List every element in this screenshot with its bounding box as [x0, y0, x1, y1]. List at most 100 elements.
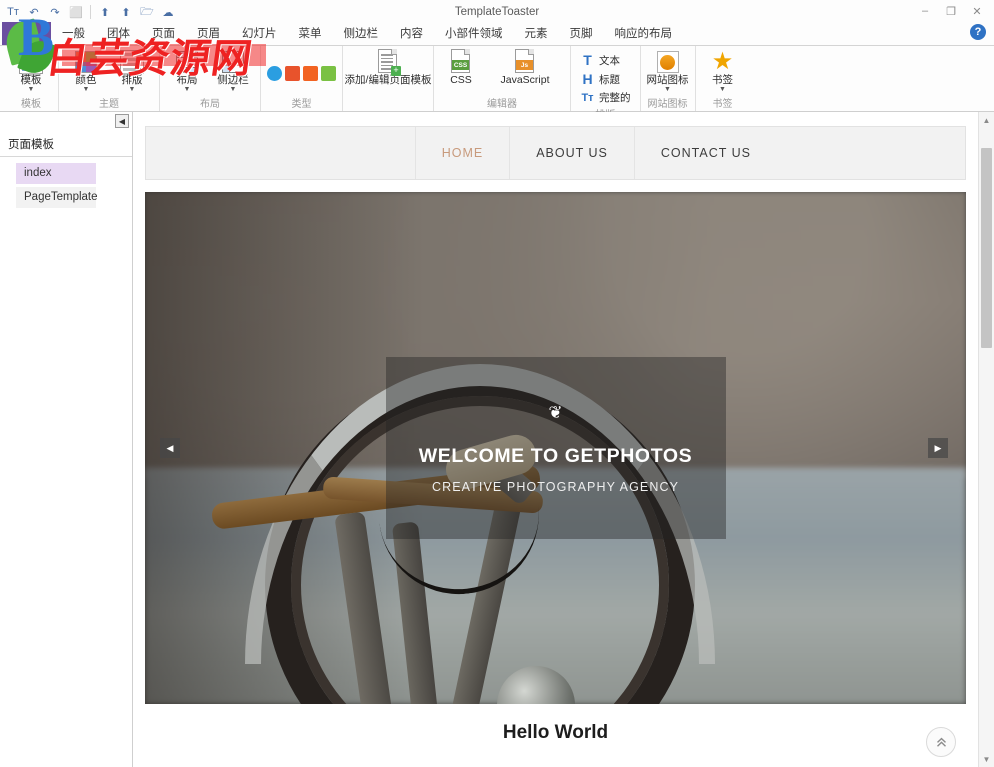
group-label-favicon: 网站图标	[647, 99, 688, 110]
publish-icon[interactable]: ☁	[159, 3, 177, 21]
typography-icon[interactable]: Tᴛ	[4, 3, 22, 21]
website-preview: HOME ABOUT US CONTACT US ❦ WELCOME TO GE…	[133, 112, 978, 767]
html5-icon[interactable]	[285, 65, 300, 81]
page-template-list: index PageTemplate	[0, 157, 132, 208]
tab-responsive-layout[interactable]: 响应的布局	[604, 22, 684, 45]
css-file-icon: CSS	[448, 49, 474, 74]
upload-icon[interactable]: ⬆	[117, 3, 135, 21]
javascript-button-label: JavaScript	[500, 74, 550, 86]
hero-slider: ❦ WELCOME TO GETPHOTOS CREATIVE PHOTOGRA…	[145, 192, 966, 704]
ribbon-group-typography: T 文本 H 标题 Tᴛ 完整的 排版	[571, 46, 641, 121]
chevron-down-icon[interactable]: ▼	[83, 86, 90, 93]
open-icon[interactable]: 🗁	[138, 3, 156, 21]
magento-icon[interactable]	[303, 65, 318, 81]
chevron-down-icon[interactable]: ▼	[184, 86, 191, 93]
ribbon-group-theme: 颜色 ▼ 排版 ▼ 主题	[59, 46, 160, 111]
ribbon-group-type: 类型	[261, 46, 343, 111]
help-icon[interactable]: ?	[970, 24, 986, 40]
ribbon-group-page-template: + 添加/编辑页面模板	[343, 46, 434, 111]
scroll-down-button[interactable]: ▼	[979, 751, 994, 767]
minimize-button[interactable]: –	[912, 1, 938, 21]
bookmark-button[interactable]: ★ 书签 ▼	[702, 49, 744, 94]
sidebar-button[interactable]: 侧边栏 ▼	[212, 49, 254, 94]
text-button-label: 文本	[599, 54, 620, 67]
heading-button-label: 标题	[599, 73, 620, 86]
maximize-button[interactable]: ❐	[938, 1, 964, 21]
group-label-bookmark: 书签	[712, 99, 733, 110]
title-bar: Tᴛ ↶ ↷ ⬜ ⬆ ⬆ 🗁 ☁ TemplateToaster – ❐ ✕	[0, 0, 994, 24]
chevron-down-icon[interactable]: ▼	[28, 86, 35, 93]
group-label-editor: 编辑器	[487, 99, 517, 110]
close-button[interactable]: ✕	[964, 1, 990, 21]
preview-area: HOME ABOUT US CONTACT US ❦ WELCOME TO GE…	[133, 112, 994, 767]
nav-item-about-us[interactable]: ABOUT US	[509, 127, 634, 179]
page-template-item-index[interactable]: index	[16, 163, 96, 184]
tab-sidebar[interactable]: 侧边栏	[333, 22, 390, 45]
template-button[interactable]: 模板 ▼	[10, 49, 52, 94]
hero-title: WELCOME TO GETPHOTOS	[418, 444, 693, 467]
tab-general[interactable]: 一般	[51, 22, 96, 45]
export-icon[interactable]: ⬆	[96, 3, 114, 21]
chevron-down-icon[interactable]: ▼	[230, 86, 237, 93]
group-label-theme: 主题	[99, 99, 119, 110]
group-label-template: 模板	[21, 99, 41, 110]
preview-vertical-scrollbar[interactable]: ▲ ▼	[978, 112, 994, 767]
tab-header[interactable]: 页眉	[186, 22, 231, 45]
heading-icon: H	[582, 71, 593, 87]
text-button[interactable]: T 文本	[577, 51, 634, 69]
color-button[interactable]: 颜色 ▼	[65, 49, 107, 94]
undo-icon[interactable]: ↶	[25, 3, 43, 21]
double-chevron-up-icon	[936, 737, 946, 747]
add-edit-page-template-button[interactable]: + 添加/编辑页面模板	[345, 49, 431, 87]
chevron-down-icon[interactable]: ▼	[664, 86, 671, 93]
chevron-down-icon[interactable]: ▼	[719, 86, 726, 93]
carousel-prev-button[interactable]: ◀	[160, 438, 180, 458]
scroll-to-top-button[interactable]	[926, 727, 956, 757]
tab-elements[interactable]: 元素	[514, 22, 559, 45]
page-templates-panel: ◀ 页面模板 index PageTemplate	[0, 112, 133, 767]
drupal-icon[interactable]	[267, 65, 282, 81]
carousel-next-button[interactable]: ▶	[928, 438, 948, 458]
tab-widget-area[interactable]: 小部件领域	[434, 22, 514, 45]
window-controls: – ❐ ✕	[912, 1, 990, 21]
tab-menu[interactable]: 菜单	[288, 22, 333, 45]
hero-caption: ❦ WELCOME TO GETPHOTOS CREATIVE PHOTOGRA…	[385, 357, 726, 539]
complete-typography-icon: Tᴛ	[581, 91, 594, 104]
sidebar-button-label: 侧边栏	[217, 74, 249, 86]
redo-icon[interactable]: ↷	[46, 3, 64, 21]
bookmark-button-label: 书签	[712, 74, 733, 86]
tab-slider[interactable]: 幻灯片	[231, 22, 288, 45]
typography-layout-button[interactable]: 排版 ▼	[111, 49, 153, 94]
css-button-label: CSS	[450, 74, 472, 86]
nav-item-contact-us[interactable]: CONTACT US	[633, 127, 777, 179]
nav-item-home[interactable]: HOME	[414, 127, 510, 179]
scrollbar-thumb[interactable]	[981, 148, 992, 348]
sidebar-icon	[220, 50, 246, 74]
template-button-label: 模板	[20, 74, 42, 86]
layout-button[interactable]: 布局 ▼	[166, 49, 208, 94]
tab-content[interactable]: 内容	[389, 22, 434, 45]
save-icon[interactable]: ⬜	[67, 3, 85, 21]
workspace: ◀ 页面模板 index PageTemplate HOME ABOUT US …	[0, 112, 994, 767]
scroll-up-button[interactable]: ▲	[979, 112, 994, 128]
site-navigation: HOME ABOUT US CONTACT US	[145, 126, 966, 180]
tab-file[interactable]: 文件	[2, 22, 51, 45]
joomla-icon[interactable]	[321, 65, 336, 81]
tab-body[interactable]: 团体	[96, 22, 141, 45]
page-template-item-pagetemplate[interactable]: PageTemplate	[16, 187, 98, 208]
tab-page[interactable]: 页面	[141, 22, 186, 45]
complete-typography-button[interactable]: Tᴛ 完整的	[577, 89, 634, 106]
quick-access-toolbar: Tᴛ ↶ ↷ ⬜ ⬆ ⬆ 🗁 ☁	[0, 1, 177, 23]
tab-footer[interactable]: 页脚	[559, 22, 604, 45]
favicon-button[interactable]: 网站图标 ▼	[647, 49, 689, 94]
page-template-icon: +	[375, 49, 401, 76]
add-edit-page-template-label: 添加/编辑页面模板	[344, 74, 432, 86]
javascript-file-icon: Js	[512, 49, 538, 74]
chevron-down-icon[interactable]: ▼	[129, 86, 136, 93]
css-button[interactable]: CSS CSS	[440, 49, 482, 87]
collapse-panel-button[interactable]: ◀	[115, 114, 129, 128]
toolbar-divider	[90, 5, 91, 19]
heading-button[interactable]: H 标题	[577, 70, 634, 88]
javascript-button[interactable]: Js JavaScript	[486, 49, 564, 87]
leaf-icon: ❦	[548, 402, 563, 422]
